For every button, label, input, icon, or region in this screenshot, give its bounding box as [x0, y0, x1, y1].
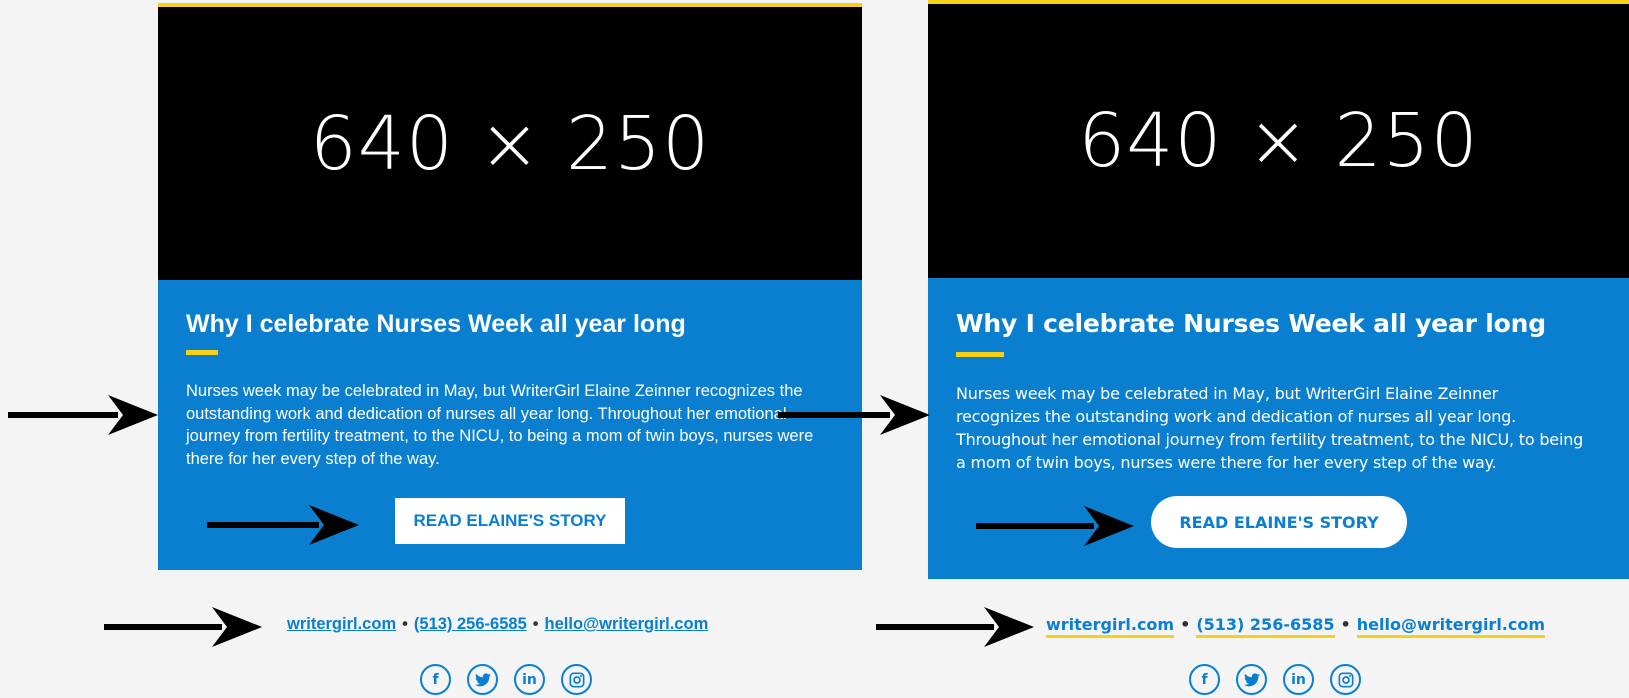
contact-row-right: writergirl.com • (513) 256-6585 • hello@writ… — [1046, 615, 1546, 638]
annotation-arrow-icon — [207, 505, 359, 545]
separator: • — [402, 615, 408, 633]
facebook-icon[interactable]: f — [420, 664, 451, 695]
separator: • — [532, 615, 539, 633]
title-underline — [186, 350, 218, 355]
social-icons-left: f in — [420, 664, 592, 695]
twitter-icon[interactable] — [1236, 664, 1267, 695]
annotation-arrow-icon — [876, 607, 1034, 647]
social-icons-right: f in — [1189, 664, 1361, 695]
card-title: Why I celebrate Nurses Week all year lon… — [956, 309, 1546, 338]
website-link[interactable]: writergirl.com — [1046, 615, 1175, 638]
phone-link[interactable]: (513) 256-6585 — [414, 615, 527, 633]
annotation-arrow-icon — [8, 395, 158, 435]
linkedin-icon[interactable]: in — [514, 664, 545, 695]
card-title: Why I celebrate Nurses Week all year lon… — [186, 310, 686, 338]
email-link[interactable]: hello@writergirl.com — [545, 615, 709, 633]
separator: • — [1180, 615, 1191, 634]
email-card-left: 640 × 250 Why I celebrate Nurses Week al… — [158, 3, 862, 570]
read-story-button[interactable]: READ ELAINE'S STORY — [1151, 496, 1407, 548]
card-paragraph: Nurses week may be celebrated in May, bu… — [186, 382, 814, 468]
annotation-arrow-icon — [778, 395, 930, 435]
email-link[interactable]: hello@writergirl.com — [1356, 615, 1546, 638]
annotation-arrow-icon — [104, 607, 262, 647]
card-paragraph: Nurses week may be celebrated in May, bu… — [956, 384, 1584, 472]
contact-row-left: writergirl.com • (513) 256-6585 • hello@writ… — [287, 615, 708, 634]
website-link[interactable]: writergirl.com — [287, 615, 396, 633]
instagram-icon[interactable] — [561, 664, 592, 695]
title-underline — [956, 352, 1004, 357]
read-story-button[interactable]: READ ELAINE'S STORY — [395, 498, 625, 544]
twitter-icon[interactable] — [467, 664, 498, 695]
hero-image-placeholder: 640 × 250 — [158, 7, 862, 280]
phone-link[interactable]: (513) 256-6585 — [1196, 615, 1335, 638]
facebook-icon[interactable]: f — [1189, 664, 1220, 695]
annotation-arrow-icon — [976, 506, 1134, 546]
instagram-icon[interactable] — [1330, 664, 1361, 695]
linkedin-icon[interactable]: in — [1283, 664, 1314, 695]
email-card-right: 640 × 250 Why I celebrate Nurses Week al… — [928, 0, 1629, 579]
hero-image-placeholder: 640 × 250 — [928, 4, 1629, 278]
separator: • — [1340, 615, 1351, 634]
